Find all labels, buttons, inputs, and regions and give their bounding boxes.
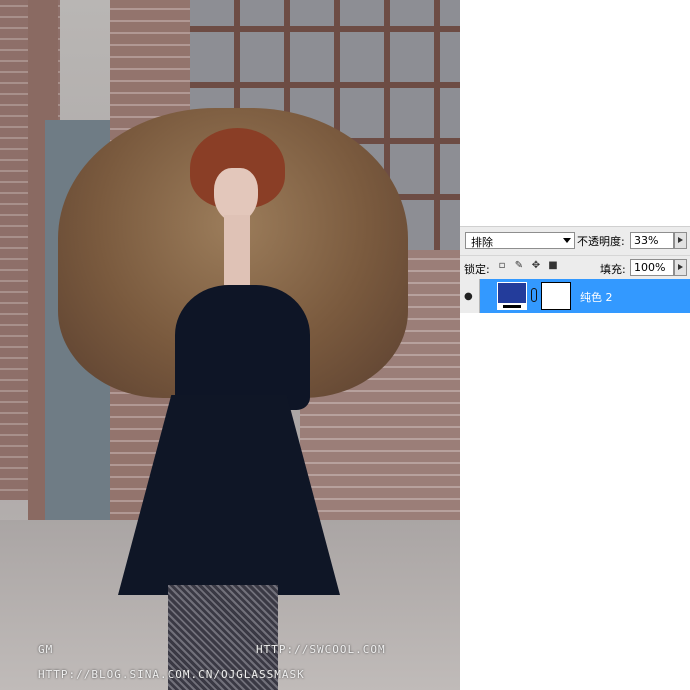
chain-link-icon[interactable] (531, 288, 537, 302)
opacity-label: 不透明度: (577, 235, 625, 248)
layer-item-selected[interactable]: 纯色 2 (480, 279, 690, 313)
layer-row[interactable]: ● 纯色 2 (460, 279, 690, 313)
fill-value: 100% (634, 261, 666, 274)
layer-name[interactable]: 纯色 2 (580, 289, 613, 305)
watermark-url-1: HTTP://SWCOOL.COM (256, 643, 386, 656)
opacity-slider-button[interactable] (674, 232, 687, 249)
neck (224, 215, 250, 285)
fill-input[interactable]: 100% (630, 259, 674, 276)
lock-fill-row: 锁定: ▫ ✎ ✥ ■ 填充: 100% (460, 255, 690, 280)
chevron-down-icon (563, 238, 571, 243)
lock-all-icon[interactable]: ■ (547, 260, 559, 272)
watermark-author: GM (38, 643, 54, 656)
fill-layer-thumbnail[interactable] (497, 282, 527, 310)
eye-icon: ● (464, 291, 473, 302)
chevron-right-icon (678, 237, 683, 243)
watermark-url-2: HTTP://BLOG.SINA.COM.CN/OJGLASSMASK (38, 668, 305, 681)
fill-color-swatch (498, 283, 526, 303)
lock-icons: ▫ ✎ ✥ ■ (496, 260, 559, 272)
fill-label: 填充: (600, 263, 626, 276)
layer-mask-thumbnail[interactable] (541, 282, 571, 310)
face (214, 168, 258, 222)
blend-mode-value: 排除 (471, 236, 493, 249)
photo-canvas: GM HTTP://SWCOOL.COM HTTP://BLOG.SINA.CO… (0, 0, 460, 690)
lock-move-icon[interactable]: ✥ (530, 260, 542, 272)
chevron-right-icon (678, 264, 683, 270)
fill-slider-button[interactable] (674, 259, 687, 276)
fill-slider-icon (503, 305, 521, 308)
lock-transparent-icon[interactable]: ▫ (496, 260, 508, 272)
opacity-value: 33% (634, 234, 659, 247)
opacity-input[interactable]: 33% (630, 232, 674, 249)
visibility-toggle[interactable]: ● (460, 279, 480, 313)
blend-opacity-row: 排除 不透明度: 33% (460, 227, 690, 255)
dress-top (175, 285, 310, 410)
lock-brush-icon[interactable]: ✎ (513, 260, 525, 272)
blend-mode-select[interactable]: 排除 (465, 232, 575, 249)
layers-panel: 排除 不透明度: 33% 锁定: ▫ ✎ ✥ ■ 填充: 100% ● 纯色 2 (460, 226, 690, 313)
lock-label: 锁定: (464, 263, 490, 276)
